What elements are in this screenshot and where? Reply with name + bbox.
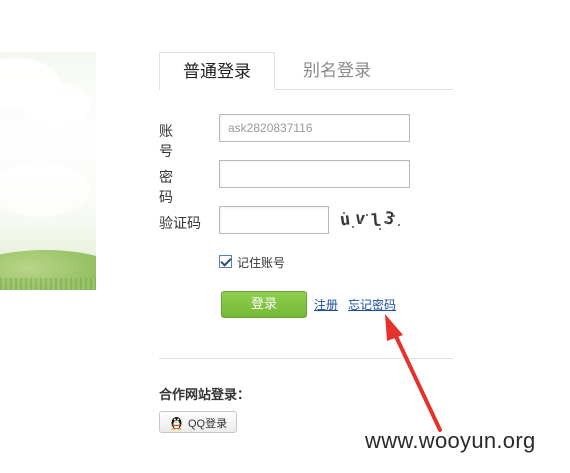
captcha-char: u	[338, 209, 352, 231]
arrow-head	[385, 314, 403, 341]
divider	[159, 358, 453, 359]
account-label-text: 账号	[159, 123, 187, 159]
password-label: 密码	[159, 167, 209, 207]
password-input[interactable]	[219, 160, 410, 188]
remember-label: 记住账号	[237, 256, 286, 270]
captcha-input[interactable]	[219, 206, 329, 234]
qq-penguin-icon	[171, 417, 182, 430]
forgot-password-link[interactable]: 忘记密码	[348, 296, 396, 313]
tab-alias-login[interactable]: 别名登录	[287, 52, 387, 89]
qq-login-button[interactable]: QQ登录	[159, 411, 237, 433]
login-tabs: 普通登录 别名登录	[159, 52, 453, 90]
password-label-text: 密码	[159, 169, 187, 205]
captcha-image[interactable]: u v l 3	[338, 206, 401, 234]
account-label: 账号	[159, 121, 209, 161]
captcha-char: v	[353, 208, 367, 230]
captcha-label: 验证码	[159, 215, 201, 231]
partner-login-title: 合作网站登录：	[159, 387, 251, 402]
captcha-char: 3	[382, 208, 396, 230]
banner-image	[0, 52, 96, 290]
arrow-shaft	[391, 328, 442, 432]
tab-normal-login[interactable]: 普通登录	[159, 52, 275, 90]
watermark: www.wooyun.org	[365, 428, 536, 453]
register-link[interactable]: 注册	[314, 296, 338, 313]
remember-checkbox[interactable]	[219, 255, 232, 268]
login-button[interactable]: 登录	[221, 291, 307, 318]
qq-login-label: QQ登录	[188, 418, 228, 430]
account-input[interactable]	[219, 114, 410, 142]
